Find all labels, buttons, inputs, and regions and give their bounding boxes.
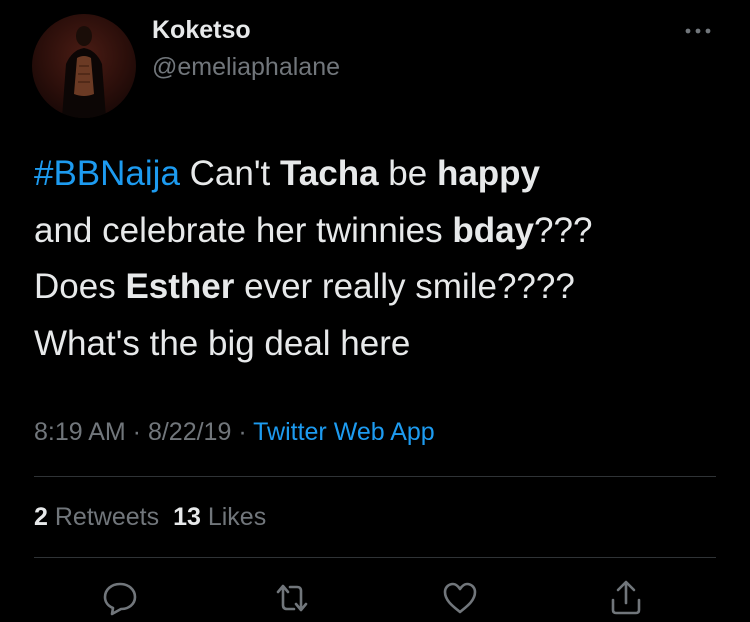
likes-stat[interactable]: 13 Likes	[173, 503, 266, 531]
tweet-bold-span: happy	[436, 154, 541, 193]
tweet-text-span: ever really smile????	[234, 267, 575, 306]
tweet-bold-span: Tacha	[279, 154, 379, 193]
author-name[interactable]: Koketso	[152, 16, 251, 45]
tweet-line-1: #BBNaija Can't Tacha be happy	[34, 146, 724, 203]
meta-separator: ·	[231, 418, 254, 446]
divider	[34, 476, 716, 477]
tweet-bold-span: Esther	[125, 267, 235, 306]
tweet-meta: 8:19 AM · 8/22/19 · Twitter Web App	[34, 418, 435, 447]
tweet-line-3: Does Esther ever really smile????	[34, 259, 724, 316]
tweet-bold-span: bday	[452, 210, 535, 250]
likes-label: Likes	[207, 503, 267, 531]
tweet-time[interactable]: 8:19 AM	[34, 418, 126, 446]
tweet-text-span: be	[378, 154, 437, 193]
reply-icon	[100, 578, 140, 618]
tweet-line-2: and celebrate her twinnies bday???	[34, 203, 724, 260]
heart-icon	[440, 578, 480, 618]
tweet-text-span: ???	[534, 210, 593, 250]
share-icon	[606, 578, 646, 618]
retweets-count: 2	[34, 503, 48, 531]
retweets-stat[interactable]: 2 Retweets	[34, 503, 159, 531]
tweet-date[interactable]: 8/22/19	[148, 418, 231, 446]
more-options-icon[interactable]	[678, 16, 718, 46]
tweet-text-span: Does	[34, 267, 126, 306]
tweet-text-span: and celebrate her twinnies	[34, 210, 453, 250]
share-button[interactable]	[606, 578, 646, 618]
likes-count: 13	[173, 503, 201, 531]
tweet-text: #BBNaija Can't Tacha be happy and celebr…	[34, 146, 724, 372]
tweet-text-span: What's the big deal here	[34, 323, 411, 363]
retweet-button[interactable]	[272, 578, 312, 618]
hashtag-link[interactable]: #BBNaija	[34, 154, 180, 193]
divider	[34, 557, 716, 558]
tweet-line-4: What's the big deal here	[34, 316, 724, 373]
tweet-source-link[interactable]: Twitter Web App	[253, 418, 435, 446]
avatar[interactable]	[32, 14, 136, 118]
meta-separator: ·	[125, 418, 148, 446]
reply-button[interactable]	[100, 578, 140, 618]
retweets-label: Retweets	[54, 503, 160, 531]
tweet-text-span: Can't	[179, 154, 280, 193]
author-handle[interactable]: @emeliaphalane	[152, 53, 340, 82]
retweet-icon	[272, 578, 312, 618]
tweet-stats: 2 Retweets 13 Likes	[34, 503, 266, 532]
like-button[interactable]	[440, 578, 480, 618]
